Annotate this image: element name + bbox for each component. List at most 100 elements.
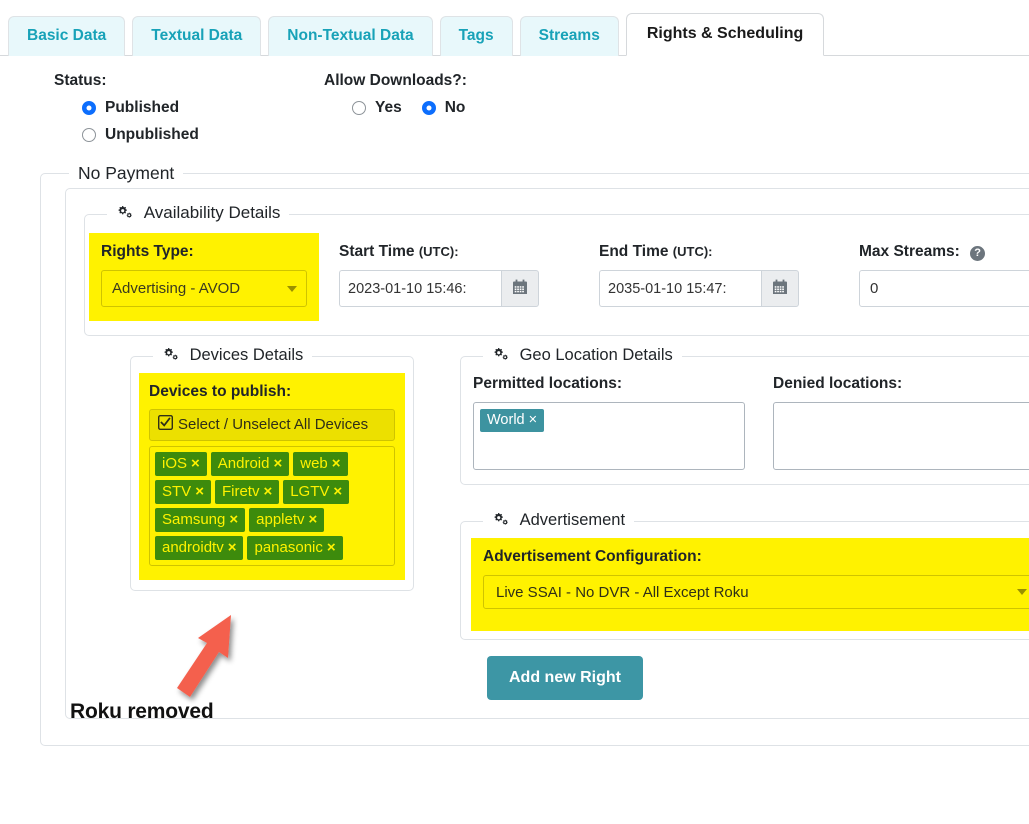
remove-icon[interactable]: × — [263, 483, 272, 500]
advertisement-legend-text: Advertisement — [519, 511, 626, 529]
payment-section: No Payment Availability Details Rights T… — [40, 163, 1029, 746]
device-tag[interactable]: androidtv × — [155, 536, 244, 560]
availability-details-legend: Availability Details — [107, 203, 289, 225]
end-time-label-text: End Time — [599, 243, 669, 260]
start-time-label: Start Time (UTC): — [339, 243, 569, 261]
device-tag[interactable]: LGTV × — [283, 480, 350, 504]
help-circle-icon[interactable]: ? — [970, 245, 986, 261]
device-tag-label: Firetv — [221, 483, 260, 500]
radio-unpublished[interactable] — [82, 128, 96, 142]
tab-rights-and-scheduling[interactable]: Rights & Scheduling — [625, 12, 825, 56]
devices-details-legend-text: Devices Details — [189, 346, 304, 364]
radio-downloads-no-label: No — [444, 99, 466, 116]
device-tag-label: LGTV — [290, 483, 330, 500]
tab-textual-data[interactable]: Textual Data — [132, 16, 262, 56]
tab-streams[interactable]: Streams — [519, 16, 619, 56]
advertisement-configuration-select[interactable]: Live SSAI - No DVR - All Except Roku — [483, 575, 1029, 609]
device-tag[interactable]: STV × — [155, 480, 211, 504]
permitted-locations-field: Permitted locations: World × — [473, 375, 745, 470]
geo-advertisement-column: Geo Location Details Permitted locations… — [460, 346, 1029, 640]
remove-icon[interactable]: × — [195, 483, 204, 500]
calendar-icon — [772, 279, 788, 299]
cogs-icon — [116, 205, 138, 224]
rights-type-select[interactable]: Advertising - AVOD — [101, 270, 307, 307]
chevron-down-icon — [287, 285, 297, 292]
end-time-input-group: 2035-01-10 15:47: — [599, 270, 799, 307]
permitted-locations-label: Permitted locations: — [473, 375, 622, 392]
radio-unpublished-label: Unpublished — [105, 126, 199, 143]
start-time-field: Start Time (UTC): 2023-01-10 15:46: — [339, 233, 569, 307]
device-tag[interactable]: Samsung × — [155, 508, 246, 532]
device-tag[interactable]: Android × — [210, 452, 290, 476]
radio-published[interactable] — [82, 101, 96, 115]
geo-location-section: Geo Location Details Permitted locations… — [460, 346, 1029, 485]
start-time-calendar-button[interactable] — [501, 270, 539, 307]
status-option-unpublished[interactable]: Unpublished — [82, 126, 324, 144]
start-time-input[interactable]: 2023-01-10 15:46: — [339, 270, 501, 307]
remove-icon[interactable]: × — [529, 412, 537, 428]
max-streams-input[interactable]: 0 — [859, 270, 1029, 307]
devices-to-publish-label: Devices to publish: — [149, 383, 292, 400]
geo-location-legend-text: Geo Location Details — [519, 346, 673, 364]
check-square-icon — [157, 414, 174, 434]
end-time-label: End Time (UTC): — [599, 243, 829, 261]
device-tag-label: appletv — [256, 511, 305, 528]
denied-locations-field: Denied locations: — [773, 375, 1029, 470]
device-tag-label: Android — [217, 455, 270, 472]
device-tag-label: androidtv — [162, 539, 224, 556]
downloads-option-no[interactable]: No — [421, 99, 466, 117]
select-unselect-all-devices-label: Select / Unselect All Devices — [178, 416, 369, 433]
cogs-icon — [492, 513, 514, 531]
devices-highlight-block: Devices to publish: Select / Unselect Al… — [139, 373, 405, 580]
device-tag[interactable]: appletv × — [249, 508, 325, 532]
remove-icon[interactable]: × — [309, 511, 318, 528]
devices-details-section: Devices Details Devices to publish: Sele… — [130, 346, 414, 591]
cogs-icon — [162, 348, 184, 366]
location-token[interactable]: World × — [480, 409, 545, 432]
payment-section-legend: No Payment — [78, 163, 175, 183]
end-time-input[interactable]: 2035-01-10 15:47: — [599, 270, 761, 307]
start-time-input-group: 2023-01-10 15:46: — [339, 270, 539, 307]
status-option-published[interactable]: Published — [82, 99, 324, 117]
add-new-right-button[interactable]: Add new Right — [487, 656, 643, 700]
radio-downloads-no[interactable] — [421, 101, 436, 115]
device-tag-label: Samsung — [162, 511, 226, 528]
start-time-label-text: Start Time — [339, 243, 415, 260]
radio-downloads-yes[interactable] — [352, 101, 366, 115]
tab-bar: Basic Data Textual Data Non-Textual Data… — [0, 0, 1029, 56]
status-label: Status: — [54, 72, 107, 89]
denied-locations-input[interactable] — [773, 402, 1029, 470]
end-time-unit: (UTC): — [672, 244, 713, 259]
allow-downloads-label: Allow Downloads?: — [324, 72, 467, 89]
availability-grid: Rights Type: Advertising - AVOD Start Ti… — [85, 225, 1029, 321]
end-time-field: End Time (UTC): 2035-01-10 15:47: — [599, 233, 829, 307]
remove-icon[interactable]: × — [228, 539, 237, 556]
advertisement-highlight-block: Advertisement Configuration: Live SSAI -… — [471, 538, 1029, 631]
remove-icon[interactable]: × — [229, 511, 238, 528]
remove-icon[interactable]: × — [332, 455, 341, 472]
rights-type-label: Rights Type: — [101, 243, 194, 260]
device-tag[interactable]: panasonic × — [247, 536, 343, 560]
remove-icon[interactable]: × — [333, 483, 342, 500]
remove-icon[interactable]: × — [273, 455, 282, 472]
select-unselect-all-devices-button[interactable]: Select / Unselect All Devices — [149, 409, 395, 441]
device-tag[interactable]: web × — [293, 452, 348, 476]
rights-type-field: Rights Type: Advertising - AVOD — [89, 233, 319, 321]
device-tag[interactable]: Firetv × — [214, 480, 280, 504]
advertisement-configuration-label: Advertisement Configuration: — [483, 548, 702, 565]
radio-published-label: Published — [105, 99, 180, 116]
device-tag[interactable]: iOS × — [155, 452, 207, 476]
tab-tags[interactable]: Tags — [439, 16, 513, 56]
annotation-label: Roku removed — [70, 700, 214, 723]
tab-non-textual-data[interactable]: Non-Textual Data — [268, 16, 433, 56]
remove-icon[interactable]: × — [327, 539, 336, 556]
devices-tag-list[interactable]: iOS × Android × web × STV × Firetv × LGTV × Sa… — [149, 446, 395, 566]
end-time-calendar-button[interactable] — [761, 270, 799, 307]
tab-basic-data[interactable]: Basic Data — [8, 16, 126, 56]
cogs-icon — [492, 348, 514, 366]
denied-locations-label: Denied locations: — [773, 375, 903, 392]
permitted-locations-input[interactable]: World × — [473, 402, 745, 470]
remove-icon[interactable]: × — [191, 455, 200, 472]
downloads-option-yes[interactable]: Yes — [352, 99, 402, 117]
lower-area: Devices Details Devices to publish: Sele… — [66, 336, 1029, 640]
